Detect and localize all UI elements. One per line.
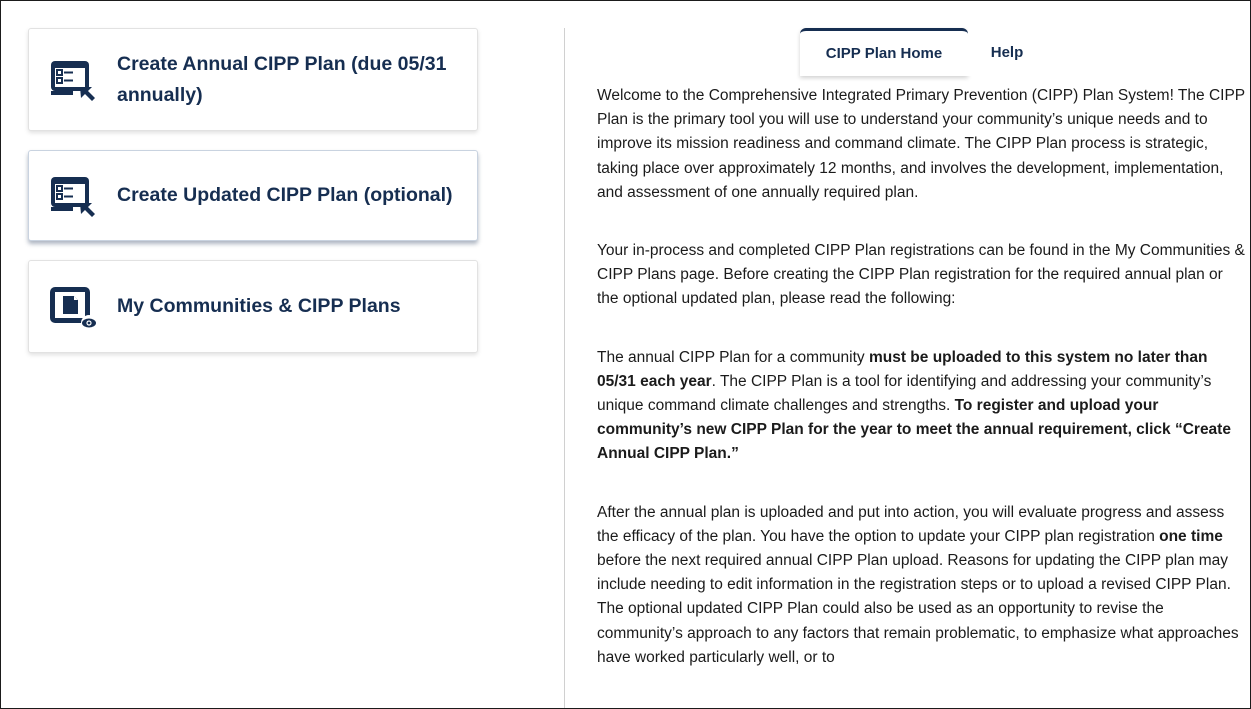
updated-plan-paragraph: After the annual plan is uploaded and pu… xyxy=(597,501,1247,670)
tab-help[interactable]: Help xyxy=(968,28,1046,76)
action-cards: Create Annual CIPP Plan (due 05/31 annua… xyxy=(28,28,478,353)
document-view-icon xyxy=(50,286,97,331)
updated-plan-text-1: After the annual plan is uploaded and pu… xyxy=(597,503,1225,545)
plan-create-icon xyxy=(51,176,95,217)
my-communities-card[interactable]: My Communities & CIPP Plans xyxy=(28,260,478,353)
create-updated-plan-label: Create Updated CIPP Plan (optional) xyxy=(117,184,453,206)
home-content: Welcome to the Comprehensive Integrated … xyxy=(597,84,1247,704)
annual-plan-paragraph: The annual CIPP Plan for a community mus… xyxy=(597,346,1247,467)
my-communities-label: My Communities & CIPP Plans xyxy=(117,295,401,317)
column-divider xyxy=(564,28,565,708)
plan-create-icon xyxy=(51,60,95,101)
annual-plan-text-1: The annual CIPP Plan for a community xyxy=(597,348,869,366)
create-annual-plan-card[interactable]: Create Annual CIPP Plan (due 05/31 annua… xyxy=(28,28,478,131)
tab-bar: CIPP Plan Home Help xyxy=(800,28,1046,76)
page-frame: Create Annual CIPP Plan (due 05/31 annua… xyxy=(0,0,1251,709)
updated-plan-one-time: one time xyxy=(1159,527,1223,545)
updated-plan-text-2: before the next required annual CIPP Pla… xyxy=(597,552,1239,666)
welcome-paragraph: Welcome to the Comprehensive Integrated … xyxy=(597,87,1245,201)
registrations-paragraph: Your in-process and completed CIPP Plan … xyxy=(597,242,1245,308)
create-annual-plan-label: Create Annual CIPP Plan (due 05/31 annua… xyxy=(117,52,447,106)
create-updated-plan-card[interactable]: Create Updated CIPP Plan (optional) xyxy=(28,150,478,241)
tab-cipp-plan-home[interactable]: CIPP Plan Home xyxy=(800,28,968,76)
